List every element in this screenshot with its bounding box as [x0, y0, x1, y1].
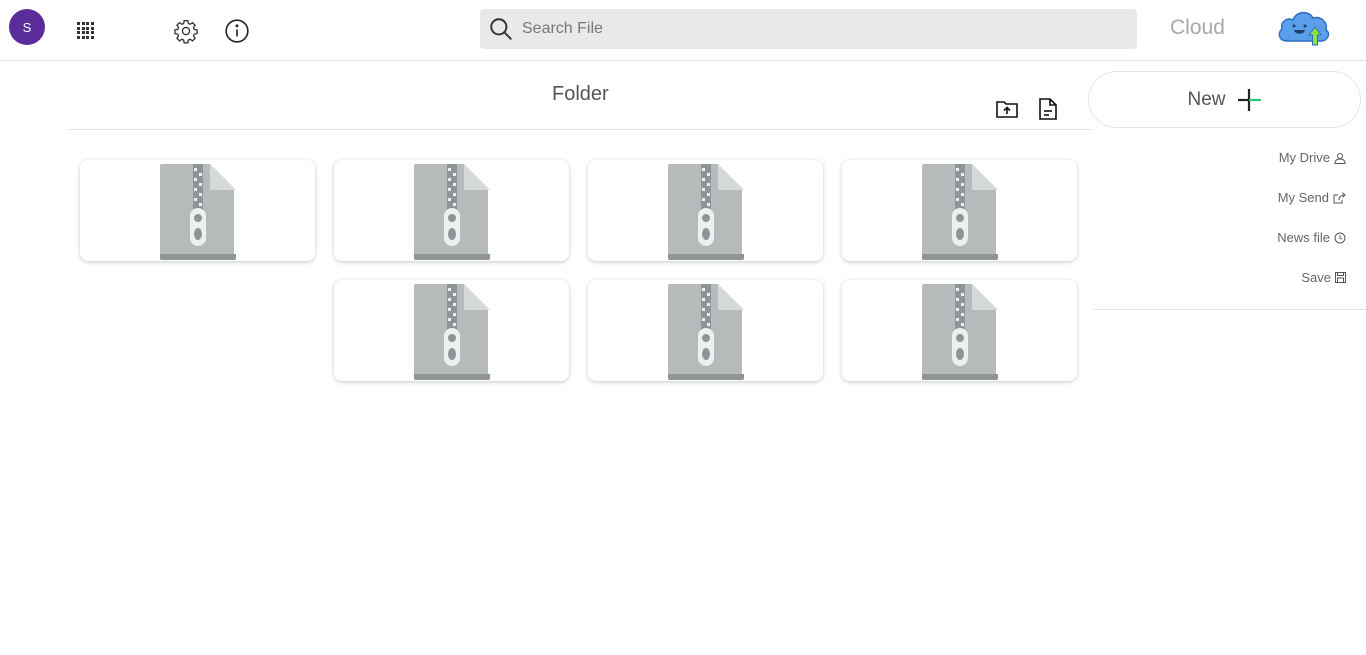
avatar[interactable]: S [9, 9, 45, 45]
search-input[interactable] [522, 20, 1102, 38]
save-icon [1335, 272, 1346, 283]
folder-header: Folder [67, 62, 1093, 130]
new-button[interactable]: New [1088, 71, 1361, 128]
sidebar-item-label: My Drive [1278, 150, 1330, 165]
search-icon[interactable] [488, 16, 514, 42]
file-card[interactable] [842, 160, 1077, 261]
file-card[interactable] [588, 160, 823, 261]
sidebar-item-my-send[interactable]: My Send [1278, 190, 1346, 205]
upload-folder-icon[interactable] [995, 98, 1019, 120]
sidebar-item-news-file[interactable]: News file [1277, 230, 1346, 245]
file-card[interactable] [588, 280, 823, 381]
new-file-icon[interactable] [1038, 97, 1058, 121]
zip-file-icon [921, 284, 998, 380]
sidebar-list: My Drive My Send News file Save [1093, 138, 1366, 310]
sidebar-item-label: Save [1301, 270, 1331, 285]
gear-icon[interactable] [173, 18, 199, 44]
sidebar-item-label: News file [1277, 230, 1330, 245]
search-bar [480, 9, 1137, 49]
user-icon [1334, 152, 1346, 164]
file-card[interactable] [80, 160, 315, 261]
zip-file-icon [921, 164, 998, 260]
info-icon[interactable] [224, 18, 250, 44]
sidebar-item-label: My Send [1277, 190, 1329, 205]
share-icon [1333, 191, 1346, 203]
apps-grid-icon[interactable] [76, 21, 96, 41]
file-card[interactable] [334, 280, 569, 381]
zip-file-icon [159, 164, 236, 260]
sidebar-item-my-drive[interactable]: My Drive [1279, 150, 1346, 165]
avatar-letter: S [22, 19, 32, 35]
cloud-upload-logo-icon[interactable] [1275, 5, 1331, 49]
file-card[interactable] [842, 280, 1077, 381]
new-button-label: New [1187, 88, 1226, 110]
zip-file-icon [413, 164, 490, 260]
clock-icon [1334, 232, 1346, 243]
zip-file-icon [667, 284, 744, 380]
plus-icon [1237, 88, 1261, 111]
file-card[interactable] [334, 160, 569, 261]
zip-file-icon [667, 164, 744, 260]
sidebar-item-save[interactable]: Save [1301, 270, 1346, 285]
top-bar: S Cloud [0, 0, 1366, 61]
brand-name: Cloud [1170, 16, 1225, 39]
folder-title: Folder [552, 83, 609, 105]
zip-file-icon [413, 284, 490, 380]
